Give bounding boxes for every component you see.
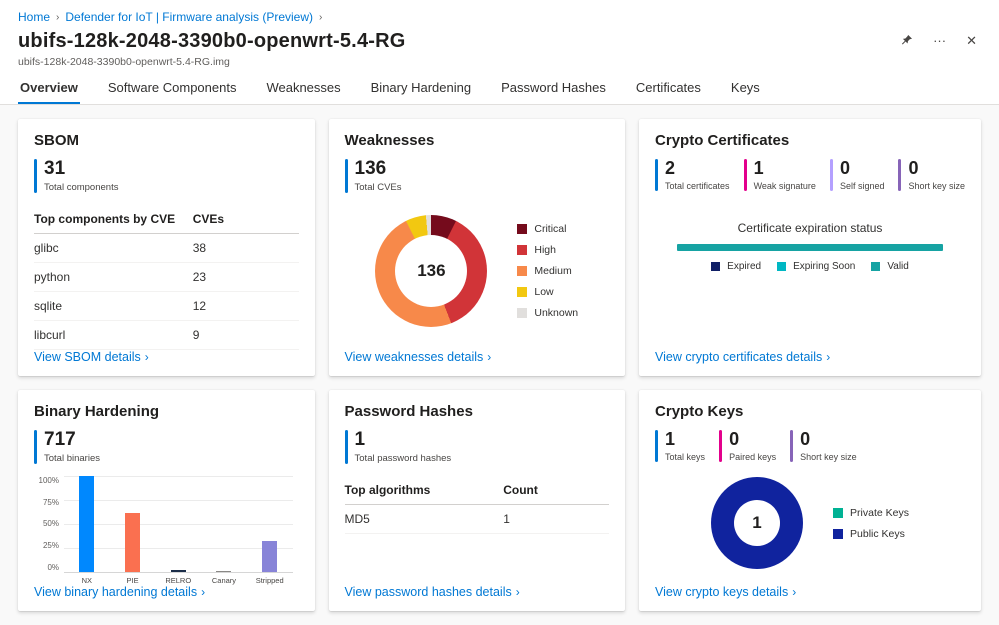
metric-label: Total components	[44, 181, 119, 193]
chevron-right-icon: ›	[144, 349, 149, 364]
x-axis-labels: NX PIE RELRO Canary Stripped	[81, 575, 284, 585]
view-password-hashes-details-link[interactable]: View password hashes details ›	[345, 585, 610, 599]
crypto-keys-donut-chart: 1	[711, 477, 804, 570]
metric-total-keys: 1 Total keys	[655, 429, 705, 462]
tab-bar: Overview Software Components Weaknesses …	[0, 68, 999, 105]
donut-center-value: 136	[417, 261, 446, 281]
view-sbom-details-link[interactable]: View SBOM details ›	[34, 350, 299, 364]
tab-software-components[interactable]: Software Components	[106, 78, 239, 104]
legend-swatch	[833, 507, 844, 518]
view-crypto-keys-details-link[interactable]: View crypto keys details ›	[655, 585, 965, 599]
legend-swatch	[517, 224, 528, 235]
tab-password-hashes[interactable]: Password Hashes	[499, 78, 608, 104]
cards-grid: SBOM 31 Total components Top components …	[0, 105, 999, 625]
metric-total-certificates: 2 Total certificates	[655, 158, 730, 191]
certificate-expiration-chart: Certificate expiration status Expired Ex…	[655, 221, 965, 272]
tab-overview[interactable]: Overview	[18, 78, 80, 104]
chevron-right-icon: ›	[487, 349, 492, 364]
legend-swatch	[517, 287, 528, 298]
metric-short-key-size: 0 Short key size	[898, 158, 965, 191]
card-title: Binary Hardening	[34, 402, 160, 420]
card-crypto-keys: Crypto Keys 1 Total keys 0 Paired keys 0…	[639, 389, 981, 611]
legend-swatch	[517, 266, 528, 277]
breadcrumb-home-link[interactable]: Home	[18, 10, 50, 24]
binary-hardening-bar-chart: 100% 75% 50% 25% 0% NX PIE RELRO Canary Stri…	[36, 475, 293, 585]
weaknesses-legend: Critical High Medium Low Unknown	[517, 223, 578, 319]
card-title: Weaknesses	[344, 132, 435, 149]
legend-swatch	[517, 245, 528, 256]
card-binary-hardening: Binary Hardening 717 Total binaries 100%…	[18, 389, 315, 611]
donut-center-value: 1	[752, 513, 762, 533]
view-weaknesses-details-link[interactable]: View weaknesses details ›	[345, 350, 610, 364]
more-options-icon[interactable]: ···	[933, 34, 946, 47]
metric-total-password-hashes: 1 Total password hashes	[344, 429, 451, 464]
bars	[64, 475, 293, 572]
metric-total-components: 31 Total components	[34, 158, 119, 193]
column-header: Top components by CVE	[34, 211, 176, 226]
view-crypto-certificates-details-link[interactable]: View crypto certificates details ›	[655, 350, 965, 364]
metric-self-signed: 0 Self signed	[829, 158, 884, 191]
metric-paired-keys: 0 Paired keys	[719, 429, 776, 462]
column-header: Top algorithms	[344, 482, 431, 497]
column-header: Count	[503, 482, 538, 497]
metric-total-binaries: 717 Total binaries	[34, 429, 100, 464]
expiration-title: Certificate expiration status	[737, 221, 883, 235]
tab-weaknesses[interactable]: Weaknesses	[264, 78, 342, 104]
page-header: Home › Defender for IoT | Firmware analy…	[0, 0, 999, 68]
chevron-right-icon: ›	[515, 584, 520, 599]
password-hashes-table: Top algorithms Count MD5 1	[344, 476, 610, 534]
breadcrumb-separator: ›	[56, 11, 60, 23]
crypto-keys-legend: Private Keys Public Keys	[833, 507, 909, 540]
legend-swatch	[871, 262, 881, 271]
page-title: ubifs-128k-2048-3390b0-openwrt-5.4-RG	[18, 30, 406, 52]
table-row: sqlite 12	[34, 292, 299, 321]
close-icon[interactable]: ✕	[966, 34, 977, 47]
pin-icon[interactable]	[900, 34, 913, 47]
chevron-right-icon: ›	[826, 349, 831, 364]
breadcrumb: Home › Defender for IoT | Firmware analy…	[18, 10, 981, 24]
expiration-legend: Expired Expiring Soon Valid	[655, 261, 965, 272]
tab-certificates[interactable]: Certificates	[634, 78, 703, 104]
card-title: Crypto Keys	[655, 402, 744, 420]
column-header: CVEs	[192, 211, 225, 226]
chevron-right-icon: ›	[792, 584, 797, 599]
y-axis: 100% 75% 50% 25% 0%	[38, 475, 59, 572]
card-crypto-certificates: Crypto Certificates 2 Total certificates…	[639, 119, 981, 376]
view-binary-hardening-details-link[interactable]: View binary hardening details ›	[34, 585, 299, 599]
tab-keys[interactable]: Keys	[729, 78, 762, 104]
legend-swatch	[777, 262, 787, 271]
table-row: glibc 38	[34, 234, 299, 263]
legend-swatch	[833, 528, 844, 539]
metric-short-key-size: 0 Short key size	[790, 429, 857, 462]
metric-weak-signature: 1 Weak signature	[743, 158, 816, 191]
breadcrumb-separator: ›	[319, 11, 323, 23]
tab-binary-hardening[interactable]: Binary Hardening	[369, 78, 473, 104]
card-password-hashes: Password Hashes 1 Total password hashes …	[328, 389, 626, 611]
table-row: libcurl 9	[34, 321, 299, 350]
card-title: Crypto Certificates	[655, 132, 790, 149]
card-title: Password Hashes	[344, 402, 473, 420]
card-weaknesses: Weaknesses 136 Total CVEs 136 Critical H…	[328, 119, 626, 376]
sbom-table: Top components by CVE CVEs glibc 38 pytho…	[34, 205, 299, 350]
legend-swatch	[711, 262, 721, 271]
expiration-stacked-bar	[676, 244, 944, 251]
card-sbom: SBOM 31 Total components Top components …	[18, 119, 315, 376]
metric-total-cves: 136 Total CVEs	[344, 158, 402, 193]
metric-value: 31	[44, 158, 66, 179]
table-row: python 23	[34, 263, 299, 292]
weaknesses-donut-chart: 136	[375, 215, 488, 328]
page-subtitle: ubifs-128k-2048-3390b0-openwrt-5.4-RG.im…	[18, 56, 230, 68]
legend-swatch	[517, 308, 528, 319]
breadcrumb-section-link[interactable]: Defender for IoT | Firmware analysis (Pr…	[65, 10, 313, 24]
card-title: SBOM	[34, 132, 79, 149]
table-row: MD5 1	[344, 505, 610, 534]
chevron-right-icon: ›	[201, 584, 206, 599]
